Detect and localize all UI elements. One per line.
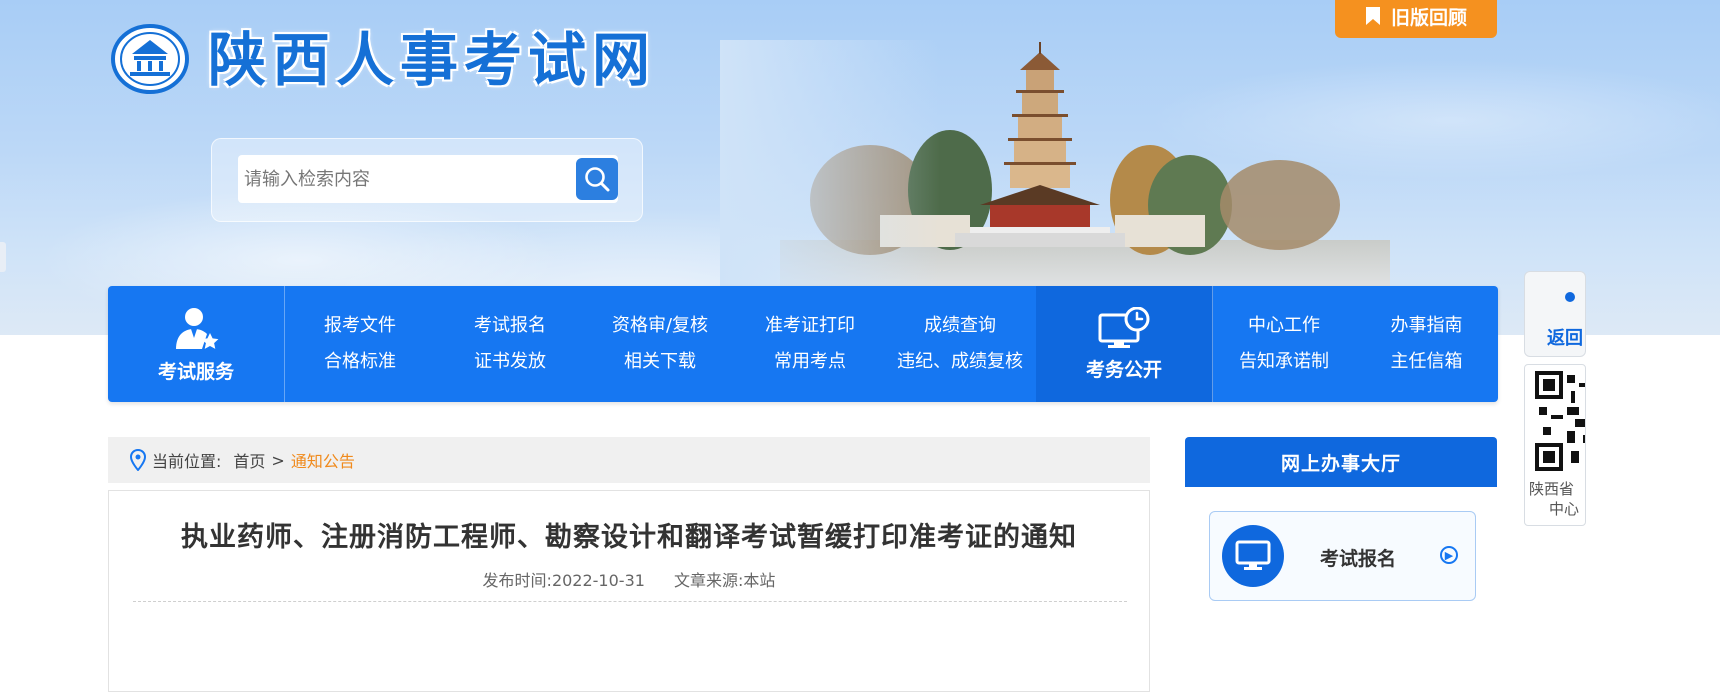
nav-link-admission-ticket-print[interactable]: 准考证打印 [735, 308, 885, 344]
exam-service-label: 考试服务 [157, 360, 234, 383]
back-label: 返回 [1547, 328, 1583, 349]
header-banner: 陕西人事考试网 旧版回顾 [0, 0, 1720, 335]
site-title[interactable]: 陕西人事考试网 [208, 22, 656, 98]
breadcrumb-separator: > [271, 450, 285, 470]
big-wild-goose-pagoda-illustration [720, 40, 1390, 300]
breadcrumb: 当前位置: 首页 > 通知公告 [108, 437, 1150, 483]
article-meta: 发布时间:2022-10-31 文章来源:本站 [109, 567, 1149, 591]
online-service-hall-body: 考试报名 ▶ [1185, 487, 1497, 677]
bookmark-icon [1365, 7, 1380, 25]
qr-code-icon [1535, 371, 1585, 471]
nav-link-qualification-review[interactable]: 资格审/复核 [585, 308, 735, 344]
old-version-label: 旧版回顾 [1390, 6, 1467, 29]
article-source: 文章来源:本站 [674, 571, 776, 590]
main-nav-bar: 考试服务 报考文件 考试报名 资格审/复核 准考证打印 成绩查询 合格标准 证书… [108, 286, 1498, 402]
nav-link-director-mailbox[interactable]: 主任信箱 [1355, 344, 1498, 380]
computer-icon [1235, 540, 1271, 570]
exam-service-section[interactable]: 考试服务 [108, 286, 285, 402]
nav-link-service-guide[interactable]: 办事指南 [1355, 308, 1498, 344]
user-star-icon [176, 307, 219, 349]
article-title: 执业药师、注册消防工程师、勘察设计和翻译考试暂缓打印准考证的通知 [181, 522, 1077, 553]
exam-registration-card[interactable]: 考试报名 ▶ [1209, 511, 1476, 601]
nav-link-pass-standards[interactable]: 合格标准 [285, 344, 435, 380]
nav-link-exam-documents[interactable]: 报考文件 [285, 308, 435, 344]
registration-circle [1222, 525, 1284, 587]
back-icon [1565, 292, 1575, 302]
nav-link-downloads[interactable]: 相关下载 [585, 344, 735, 380]
article-panel: 执业药师、注册消防工程师、勘察设计和翻译考试暂缓打印准考证的通知 发布时间:20… [108, 490, 1150, 692]
online-service-hall-title: 网上办事大厅 [1185, 437, 1497, 487]
chevron-right-icon: ▶ [1440, 546, 1458, 564]
side-nav-links: 中心工作 办事指南 告知承诺制 主任信箱 [1213, 308, 1498, 380]
breadcrumb-home-link[interactable]: 首页 [233, 448, 265, 472]
qr-caption: 陕西省 中心 [1529, 479, 1579, 519]
left-edge-tab[interactable] [0, 242, 6, 272]
qr-code-widget: 陕西省 中心 [1524, 364, 1586, 526]
search-panel [211, 138, 643, 222]
breadcrumb-current[interactable]: 通知公告 [291, 448, 355, 472]
monitor-clock-icon [1098, 306, 1150, 348]
nav-link-center-work[interactable]: 中心工作 [1213, 308, 1355, 344]
qr-caption-line1: 陕西省 [1529, 480, 1575, 498]
nav-link-score-inquiry[interactable]: 成绩查询 [885, 308, 1035, 344]
nav-link-notification-commitment[interactable]: 告知承诺制 [1213, 344, 1355, 380]
nav-link-common-test-sites[interactable]: 常用考点 [735, 344, 885, 380]
old-version-button[interactable]: 旧版回顾 [1335, 0, 1497, 38]
online-service-hall: 网上办事大厅 考试报名 ▶ [1185, 437, 1497, 677]
article-publish-date: 发布时间:2022-10-31 [482, 571, 645, 590]
article-divider [133, 601, 1127, 602]
back-to-top-widget[interactable]: 返回 [1524, 271, 1586, 357]
qr-caption-line2: 中心 [1549, 500, 1580, 518]
nav-link-exam-registration[interactable]: 考试报名 [435, 308, 585, 344]
search-button[interactable] [576, 158, 618, 200]
exam-affairs-label: 考务公开 [1085, 358, 1162, 381]
location-pin-icon [130, 449, 146, 471]
nav-link-certificate-issuance[interactable]: 证书发放 [435, 344, 585, 380]
breadcrumb-prefix: 当前位置: [152, 452, 222, 471]
search-icon [585, 167, 610, 192]
search-input[interactable] [238, 155, 618, 203]
nav-link-violation-score-review[interactable]: 违纪、成绩复核 [885, 344, 1035, 380]
exam-registration-label: 考试报名 [1320, 548, 1397, 570]
site-logo-emblem[interactable] [110, 24, 190, 94]
main-nav-links: 报考文件 考试报名 资格审/复核 准考证打印 成绩查询 合格标准 证书发放 相关… [285, 308, 1035, 380]
exam-affairs-section[interactable]: 考务公开 [1036, 286, 1213, 402]
